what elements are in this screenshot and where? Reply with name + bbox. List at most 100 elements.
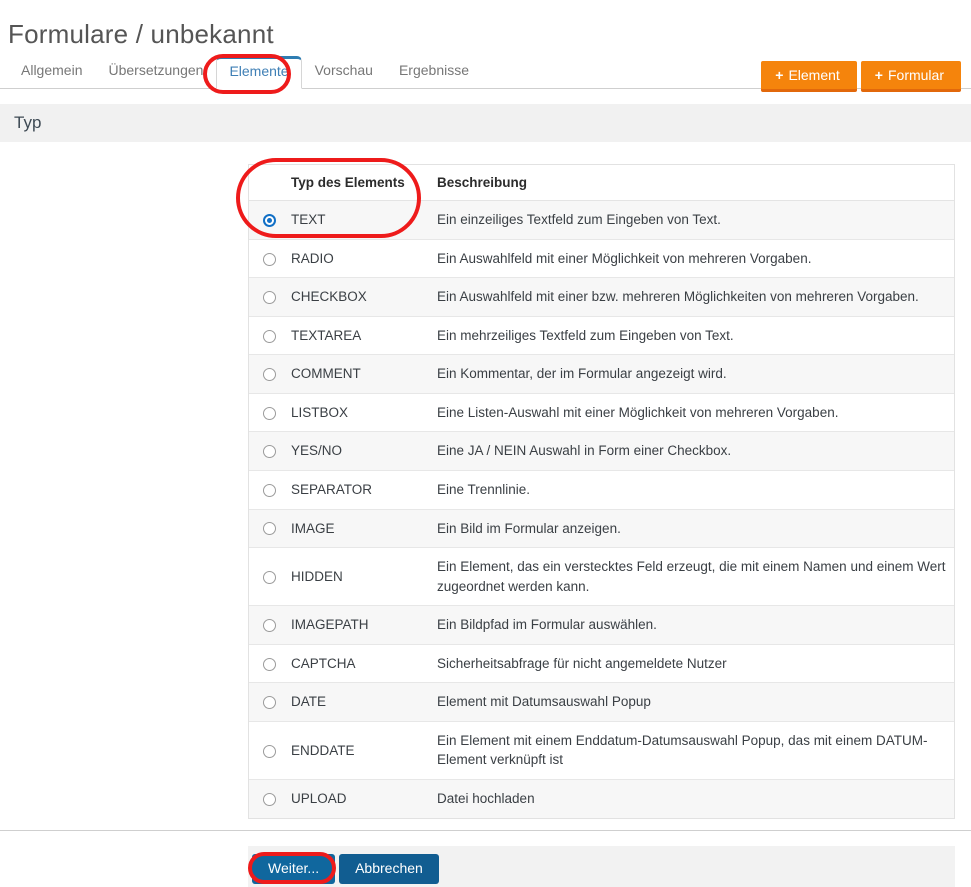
table-cell-description: Eine Listen-Auswahl mit einer Möglichkei…: [425, 393, 954, 433]
column-header-radio: [249, 165, 285, 201]
table-cell-type: SEPARATOR: [285, 470, 425, 510]
table-cell-radio[interactable]: [249, 316, 285, 356]
table-row[interactable]: UPLOAD Datei hochladen: [249, 779, 954, 818]
radio-button-textarea[interactable]: [263, 329, 276, 343]
table-cell-radio[interactable]: [249, 644, 285, 684]
table-cell-radio[interactable]: [249, 277, 285, 317]
plus-icon: +: [775, 67, 784, 83]
table-cell-radio[interactable]: [249, 393, 285, 433]
table-row[interactable]: CHECKBOX Ein Auswahlfeld mit einer bzw. m…: [249, 277, 954, 317]
top-action-buttons: + Element + Formular: [761, 61, 961, 92]
table-cell-radio[interactable]: [249, 509, 285, 549]
table-cell-description: Ein Element mit einem Enddatum-Datumsaus…: [425, 721, 954, 781]
table-row[interactable]: TEXTAREA Ein mehrzeiliges Textfeld zum Ei…: [249, 316, 954, 356]
section-header-label: Typ: [14, 113, 42, 132]
footer-divider: [0, 830, 971, 831]
table-cell-description: Ein Bild im Formular anzeigen.: [425, 509, 954, 549]
add-element-label: Element: [788, 67, 840, 83]
table-row[interactable]: YES/NO Eine JA / NEIN Auswahl in Form ein…: [249, 431, 954, 471]
radio-button-listbox[interactable]: [263, 406, 276, 420]
tab-ergebnisse[interactable]: Ergebnisse: [386, 56, 482, 88]
table-cell-radio[interactable]: [249, 605, 285, 645]
table-row[interactable]: LISTBOX Eine Listen-Auswahl mit einer Mög…: [249, 393, 954, 433]
table-cell-radio[interactable]: [249, 721, 285, 781]
tab-elemente[interactable]: Elemente: [216, 55, 302, 89]
table-cell-type: LISTBOX: [285, 393, 425, 433]
table-cell-type: ENDDATE: [285, 721, 425, 781]
add-formular-button[interactable]: + Formular: [860, 61, 961, 92]
table-row[interactable]: HIDDEN Ein Element, das ein verstecktes F…: [249, 547, 954, 607]
table-cell-radio[interactable]: [249, 682, 285, 722]
add-element-button[interactable]: + Element: [761, 61, 857, 92]
radio-button-separator[interactable]: [263, 483, 276, 497]
table-cell-type: CAPTCHA: [285, 644, 425, 684]
table-cell-description: Ein Auswahlfeld mit einer Möglichkeit vo…: [425, 239, 954, 279]
table-cell-type: UPLOAD: [291, 791, 347, 806]
page-title: Formulare / unbekannt: [8, 19, 274, 50]
column-header-type: Typ des Elements: [285, 165, 425, 201]
table-cell-radio[interactable]: [249, 354, 285, 394]
table-cell-description: Ein mehrzeiliges Textfeld zum Eingeben v…: [425, 316, 954, 356]
radio-button-checkbox[interactable]: [263, 291, 276, 305]
weiter-button[interactable]: Weiter...: [252, 854, 336, 884]
table-cell-radio[interactable]: [249, 200, 285, 240]
radio-button-comment[interactable]: [263, 368, 276, 382]
table-row[interactable]: DATE Element mit Datumsauswahl Popup: [249, 682, 954, 722]
table-cell-type: TEXT: [285, 200, 425, 240]
table-cell-description: Ein Kommentar, der im Formular angezeigt…: [425, 354, 954, 394]
table-row[interactable]: CAPTCHA Sicherheitsabfrage für nicht ange…: [249, 644, 954, 684]
radio-button-upload[interactable]: [263, 792, 276, 806]
table-cell-description: Ein Bildpfad im Formular auswählen.: [425, 605, 954, 645]
radio-button-yes-no[interactable]: [263, 445, 276, 459]
radio-button-imagepath[interactable]: [263, 619, 276, 633]
table-row[interactable]: SEPARATOR Eine Trennlinie.: [249, 470, 954, 510]
table-cell-type: YES/NO: [285, 431, 425, 471]
table-cell-type: CHECKBOX: [285, 277, 425, 317]
section-header-typ: Typ: [0, 104, 971, 142]
table-cell-type: RADIO: [285, 239, 425, 279]
element-type-table-wrapper: Typ des Elements Beschreibung TEXT Ein ei…: [248, 164, 955, 819]
table-cell-type: IMAGEPATH: [285, 605, 425, 645]
table-cell-radio[interactable]: [249, 239, 285, 279]
table-head: Typ des Elements Beschreibung: [249, 165, 954, 201]
table-row[interactable]: COMMENT Ein Kommentar, der im Formular an…: [249, 354, 954, 394]
radio-button-text[interactable]: [263, 213, 276, 227]
table-cell-type: HIDDEN: [285, 547, 425, 607]
tab-list: Allgemein Übersetzungen Elemente Vorscha…: [8, 55, 482, 89]
radio-button-hidden[interactable]: [263, 570, 276, 584]
table-row[interactable]: IMAGE Ein Bild im Formular anzeigen.: [249, 509, 954, 549]
table-cell-description: Element mit Datumsauswahl Popup: [425, 682, 954, 722]
table-cell-type: COMMENT: [285, 354, 425, 394]
radio-button-image[interactable]: [263, 522, 276, 536]
table-cell-type: DATE: [285, 682, 425, 722]
table-cell-radio[interactable]: [249, 780, 285, 818]
table-cell-description: Datei hochladen: [437, 791, 535, 806]
table-cell-radio[interactable]: [249, 470, 285, 510]
table-cell-radio[interactable]: [249, 547, 285, 607]
radio-button-date[interactable]: [263, 696, 276, 710]
footer-buttons: Weiter... Abbrechen: [252, 854, 439, 884]
app-root: Formulare / unbekannt Allgemein Übersetz…: [0, 0, 971, 887]
table-cell-description: Eine Trennlinie.: [425, 470, 954, 510]
table-cell-type: IMAGE: [285, 509, 425, 549]
column-header-description: Beschreibung: [425, 165, 954, 201]
table-body: TEXT Ein einzeiliges Textfeld zum Eingebe…: [249, 200, 954, 818]
table-cell-description: Ein einzeiliges Textfeld zum Eingeben vo…: [425, 200, 954, 240]
table-row[interactable]: ENDDATE Ein Element mit einem Enddatum-Da…: [249, 721, 954, 781]
table-cell-type: TEXTAREA: [285, 316, 425, 356]
tab-vorschau[interactable]: Vorschau: [302, 56, 386, 88]
table-row[interactable]: IMAGEPATH Ein Bildpfad im Formular auswäh…: [249, 605, 954, 645]
radio-button-radio[interactable]: [263, 252, 276, 266]
radio-button-captcha[interactable]: [263, 657, 276, 671]
radio-button-enddate[interactable]: [263, 744, 276, 758]
abbrechen-button[interactable]: Abbrechen: [339, 854, 439, 884]
table-header-row: Typ des Elements Beschreibung: [249, 165, 954, 201]
element-type-table: Typ des Elements Beschreibung TEXT Ein ei…: [249, 165, 954, 818]
table-row[interactable]: RADIO Ein Auswahlfeld mit einer Möglichke…: [249, 239, 954, 279]
plus-icon: +: [874, 67, 883, 83]
table-cell-description: Eine JA / NEIN Auswahl in Form einer Che…: [425, 431, 954, 471]
table-row[interactable]: TEXT Ein einzeiliges Textfeld zum Eingebe…: [249, 200, 954, 240]
tab-uebersetzungen[interactable]: Übersetzungen: [95, 56, 216, 88]
table-cell-radio[interactable]: [249, 431, 285, 471]
tab-allgemein[interactable]: Allgemein: [8, 56, 95, 88]
